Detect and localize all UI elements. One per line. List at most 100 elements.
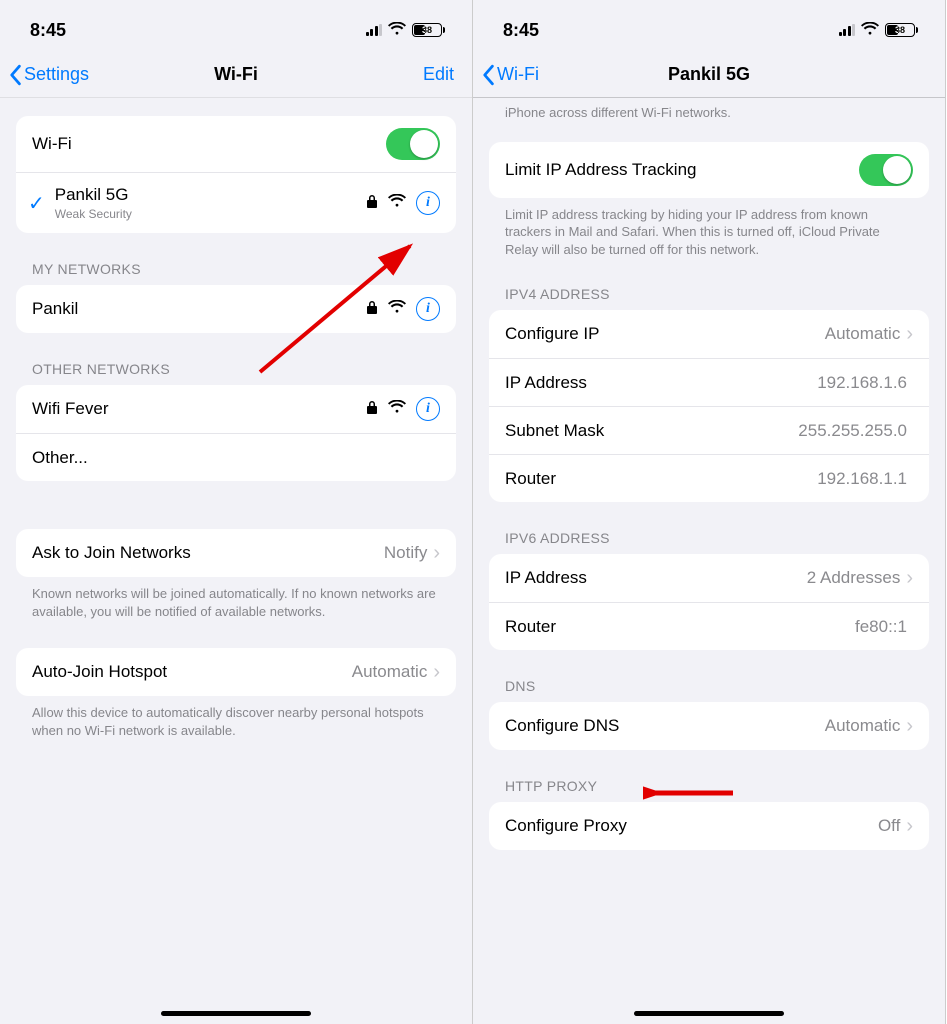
row-value: 2 Addresses <box>807 568 901 588</box>
network-sub: Weak Security <box>55 207 366 221</box>
ask-join-value: Notify <box>384 543 427 563</box>
status-icons: 38 <box>366 22 443 39</box>
back-label: Settings <box>24 64 89 85</box>
nav-bar: Wi-Fi Pankil 5G <box>473 52 945 98</box>
page-title: Pankil 5G <box>668 64 750 85</box>
edit-button[interactable]: Edit <box>423 64 454 85</box>
screen-wifi-list: 8:45 38 Settings Wi-Fi Edit Wi-Fi ✓ <box>0 0 473 1024</box>
limit-tracking-toggle[interactable] <box>859 154 913 186</box>
top-truncated-footer: iPhone across different Wi-Fi networks. <box>473 98 945 122</box>
row-value: 192.168.1.6 <box>817 373 907 393</box>
status-bar: 8:45 38 <box>473 0 945 52</box>
network-name: Pankil 5G <box>55 185 129 204</box>
row-value: 255.255.255.0 <box>798 421 907 441</box>
nav-bar: Settings Wi-Fi Edit <box>0 52 472 98</box>
wifi-icon <box>861 22 879 39</box>
cellular-icon <box>366 24 383 36</box>
battery-icon: 38 <box>885 23 915 37</box>
lock-icon <box>366 194 378 212</box>
wifi-icon <box>388 22 406 39</box>
row-label: Configure DNS <box>505 716 825 736</box>
battery-icon: 38 <box>412 23 442 37</box>
configure-proxy-row[interactable]: Configure Proxy Off › <box>489 802 929 850</box>
row-label: Configure Proxy <box>505 816 878 836</box>
home-indicator[interactable] <box>634 1011 784 1016</box>
ipv4-header: IPV4 Address <box>489 286 929 310</box>
limit-tracking-label: Limit IP Address Tracking <box>505 160 859 180</box>
lock-icon <box>366 400 378 418</box>
page-title: Wi-Fi <box>214 64 258 85</box>
wifi-toggle[interactable] <box>386 128 440 160</box>
row-label: IP Address <box>505 568 807 588</box>
status-bar: 8:45 38 <box>0 0 472 52</box>
other-network-row[interactable]: Other... <box>16 433 456 481</box>
dns-header: DNS <box>489 678 929 702</box>
status-time: 8:45 <box>30 20 66 41</box>
router-row: Router 192.168.1.1 <box>489 454 929 502</box>
chevron-right-icon: › <box>433 661 440 684</box>
wifi-signal-icon <box>388 194 406 213</box>
row-label: Router <box>505 617 855 637</box>
screen-network-details: 8:45 38 Wi-Fi Pankil 5G iPhone across di… <box>473 0 946 1024</box>
content: Wi-Fi ✓ Pankil 5G Weak Security <box>0 116 472 759</box>
auto-hotspot-row[interactable]: Auto-Join Hotspot Automatic › <box>16 648 456 696</box>
row-value: fe80::1 <box>855 617 907 637</box>
section-other-networks: Other Networks <box>16 361 456 385</box>
network-row[interactable]: Pankil i <box>16 285 456 333</box>
chevron-right-icon: › <box>433 542 440 565</box>
row-value: Off <box>878 816 900 836</box>
row-label: Subnet Mask <box>505 421 798 441</box>
limit-tracking-footer: Limit IP address tracking by hiding your… <box>489 198 929 259</box>
ipv6-header: IPV6 Address <box>489 530 929 554</box>
ask-join-label: Ask to Join Networks <box>32 543 384 563</box>
chevron-left-icon <box>8 64 22 86</box>
ipv6-address-row[interactable]: IP Address 2 Addresses › <box>489 554 929 602</box>
content: iPhone across different Wi-Fi networks. … <box>473 98 945 870</box>
home-indicator[interactable] <box>161 1011 311 1016</box>
status-time: 8:45 <box>503 20 539 41</box>
back-button[interactable]: Wi-Fi <box>481 64 539 86</box>
section-my-networks: My Networks <box>16 261 456 285</box>
chevron-left-icon <box>481 64 495 86</box>
row-label: Router <box>505 469 817 489</box>
ask-join-footer: Known networks will be joined automatica… <box>16 577 456 620</box>
row-value: Automatic <box>825 324 901 344</box>
chevron-right-icon: › <box>906 567 913 590</box>
back-button[interactable]: Settings <box>8 64 89 86</box>
row-value: Automatic <box>825 716 901 736</box>
other-label: Other... <box>32 448 440 468</box>
wifi-toggle-label: Wi-Fi <box>32 134 386 154</box>
status-icons: 38 <box>839 22 916 39</box>
limit-tracking-row[interactable]: Limit IP Address Tracking <box>489 142 929 198</box>
auto-hotspot-label: Auto-Join Hotspot <box>32 662 352 682</box>
back-label: Wi-Fi <box>497 64 539 85</box>
ipv6-router-row: Router fe80::1 <box>489 602 929 650</box>
network-name: Pankil <box>32 299 366 319</box>
chevron-right-icon: › <box>906 715 913 738</box>
proxy-header: HTTP Proxy <box>489 778 929 802</box>
lock-icon <box>366 300 378 318</box>
wifi-signal-icon <box>388 400 406 419</box>
row-label: IP Address <box>505 373 817 393</box>
row-label: Configure IP <box>505 324 825 344</box>
cellular-icon <box>839 24 856 36</box>
auto-hotspot-footer: Allow this device to automatically disco… <box>16 696 456 739</box>
ip-address-row: IP Address 192.168.1.6 <box>489 358 929 406</box>
auto-hotspot-value: Automatic <box>352 662 428 682</box>
configure-dns-row[interactable]: Configure DNS Automatic › <box>489 702 929 750</box>
chevron-right-icon: › <box>906 323 913 346</box>
row-value: 192.168.1.1 <box>817 469 907 489</box>
network-name: Wifi Fever <box>32 399 366 419</box>
connected-network-row[interactable]: ✓ Pankil 5G Weak Security i <box>16 172 456 233</box>
check-icon: ✓ <box>28 191 45 216</box>
network-row[interactable]: Wifi Fever i <box>16 385 456 433</box>
configure-ip-row[interactable]: Configure IP Automatic › <box>489 310 929 358</box>
ask-join-row[interactable]: Ask to Join Networks Notify › <box>16 529 456 577</box>
subnet-mask-row: Subnet Mask 255.255.255.0 <box>489 406 929 454</box>
info-icon[interactable]: i <box>416 297 440 321</box>
info-icon[interactable]: i <box>416 397 440 421</box>
wifi-toggle-row[interactable]: Wi-Fi <box>16 116 456 172</box>
chevron-right-icon: › <box>906 815 913 838</box>
wifi-signal-icon <box>388 300 406 319</box>
info-icon[interactable]: i <box>416 191 440 215</box>
